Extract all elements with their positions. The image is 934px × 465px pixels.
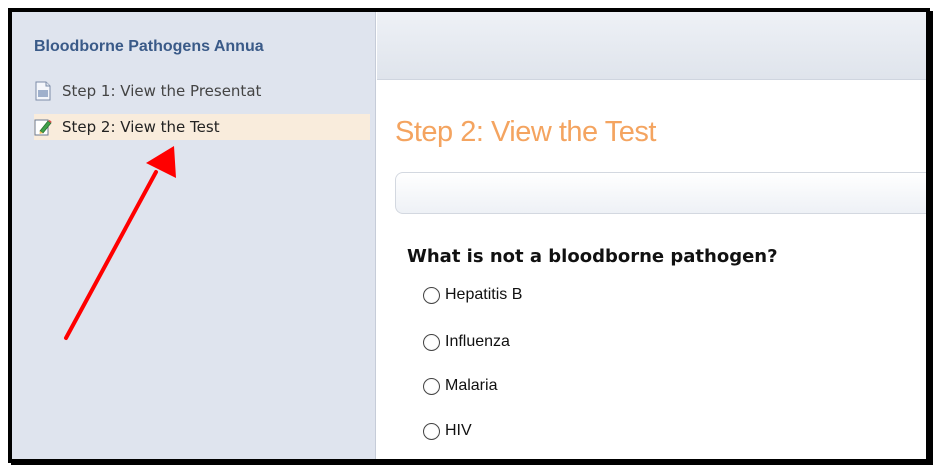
top-toolbar <box>377 12 926 80</box>
edit-icon <box>34 117 52 137</box>
radio-button[interactable] <box>423 422 440 440</box>
main-content: Step 2: View the Test What is not a bloo… <box>377 12 926 459</box>
sidebar-item-step-1[interactable]: Step 1: View the Presentat <box>34 78 370 104</box>
sidebar-item-label: Step 1: View the Presentat <box>62 82 262 100</box>
answer-label: Malaria <box>445 377 498 394</box>
radio-button[interactable] <box>423 377 440 395</box>
window-frame: Bloodborne Pathogens Annua Step 1: View … <box>8 8 930 463</box>
answer-option-hepatitis-b[interactable]: Hepatitis B <box>423 286 522 304</box>
radio-button[interactable] <box>423 286 440 304</box>
sidebar: Bloodborne Pathogens Annua Step 1: View … <box>12 12 376 459</box>
radio-button[interactable] <box>423 333 440 351</box>
document-icon <box>34 81 52 101</box>
course-title: Bloodborne Pathogens Annua <box>34 38 264 55</box>
content-header-bar <box>395 172 926 214</box>
sidebar-item-step-2[interactable]: Step 2: View the Test <box>34 114 370 140</box>
sidebar-item-label: Step 2: View the Test <box>62 118 220 136</box>
answer-option-malaria[interactable]: Malaria <box>423 377 497 395</box>
question-text: What is not a bloodborne pathogen? <box>407 246 778 267</box>
answer-option-influenza[interactable]: Influenza <box>423 333 510 351</box>
answer-label: Influenza <box>445 333 510 350</box>
page-title: Step 2: View the Test <box>395 116 656 148</box>
answer-label: Hepatitis B <box>445 286 523 303</box>
answer-option-hiv[interactable]: HIV <box>423 422 472 440</box>
answer-label: HIV <box>445 422 472 439</box>
